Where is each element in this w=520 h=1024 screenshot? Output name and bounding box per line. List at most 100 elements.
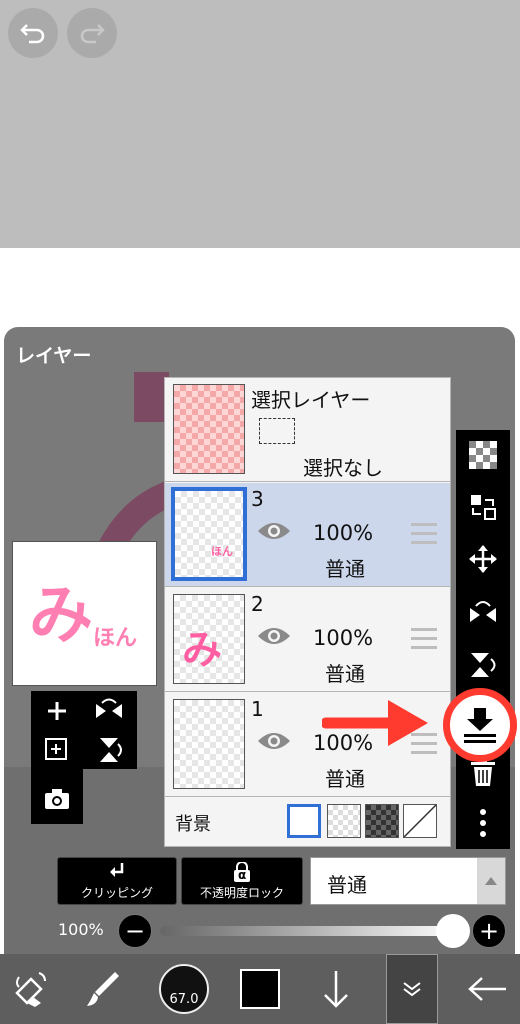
merge-down-icon [464, 708, 496, 743]
layer-thumbnail-text: み [182, 627, 222, 673]
flip-layer-horizontal-button[interactable] [83, 691, 135, 730]
layer-number: 3 [251, 487, 264, 511]
alpha-lock-label: 不透明度ロック [199, 886, 284, 900]
checker-icon [469, 441, 497, 469]
flip-horizontal-icon [96, 698, 122, 718]
swap-icon [471, 495, 496, 520]
camera-icon [45, 788, 69, 809]
color-button[interactable] [230, 954, 290, 1024]
opacity-label: 100% [58, 920, 104, 939]
clipping-button[interactable]: クリッピング [57, 857, 177, 905]
lock-icon: α [182, 858, 302, 882]
add-raster-layer-button[interactable] [31, 730, 83, 769]
undo-button[interactable] [8, 8, 58, 58]
redo-icon [80, 24, 105, 44]
right-toolbar [456, 430, 510, 849]
opacity-slider[interactable] [160, 926, 460, 936]
flip-layer-vertical-button[interactable] [83, 730, 135, 769]
brush-icon [87, 972, 119, 1006]
blend-mode-select[interactable]: 普通 [310, 857, 506, 905]
layer-blend-mode: 普通 [325, 557, 365, 581]
arrow-down-icon [324, 971, 348, 1008]
red-arrow-annotation [322, 700, 428, 746]
swap-layers-button[interactable] [456, 482, 510, 532]
background-row: 背景 [165, 798, 450, 846]
canvas-white-area [0, 248, 520, 328]
background-transparent-swatch[interactable] [327, 804, 361, 838]
more-options-button[interactable] [456, 798, 510, 848]
blend-mode-value: 普通 [327, 873, 367, 897]
preview-text-mi: み [29, 579, 93, 653]
layer-blend-mode: 普通 [325, 767, 365, 791]
layer-thumbnail [173, 699, 245, 789]
preview-text-hon: ほん [93, 626, 138, 651]
transparency-button[interactable] [456, 430, 510, 480]
flip-vertical-button[interactable] [456, 640, 510, 690]
opacity-increase-button[interactable]: + [472, 914, 506, 948]
opacity-slider-knob[interactable] [436, 914, 470, 948]
brush-tool-button[interactable] [72, 954, 132, 1024]
trash-icon [471, 759, 495, 786]
merge-down-button[interactable] [443, 688, 517, 762]
layer-thumbnail: ほん [171, 487, 247, 581]
layer-thumbnail: み [173, 594, 245, 684]
layer-number: 2 [251, 592, 264, 616]
selection-layer-title: 選択レイヤー [251, 388, 371, 412]
clipping-label: クリッピング [80, 886, 153, 900]
bottom-toolbar: 67.0 [0, 954, 520, 1024]
layer-opacity: 100% [313, 626, 374, 650]
canvas-preview: み ほん [12, 541, 157, 686]
move-icon [469, 545, 497, 573]
add-layer-button[interactable] [31, 691, 83, 730]
layer-row-2[interactable]: み 2 100% 普通 [165, 588, 450, 692]
background-white-swatch[interactable] [287, 804, 321, 838]
flip-horizontal-icon [470, 601, 496, 622]
layer-thumbnail-text: ほん [211, 545, 233, 558]
drag-handle-icon[interactable] [411, 523, 437, 550]
background-dark-swatch[interactable] [365, 804, 399, 838]
brush-size-button[interactable]: 67.0 [152, 954, 216, 1024]
selection-layer-row[interactable]: 選択レイヤー 選択なし [165, 378, 450, 482]
selection-status: 選択なし [303, 456, 383, 480]
layer-number: 1 [251, 697, 264, 721]
plus-icon [48, 701, 66, 720]
chevron-down-double-icon [403, 982, 421, 997]
layer-opacity: 100% [313, 521, 374, 545]
panel-title: レイヤー [16, 345, 92, 367]
eye-icon[interactable] [256, 729, 292, 753]
layer-row-3[interactable]: ほん 3 100% 普通 [165, 483, 450, 587]
minus-icon: − [124, 917, 146, 945]
layer-list: 選択レイヤー 選択なし ほん 3 100% 普通 み 2 100% 普通 1 1… [164, 377, 451, 847]
move-layer-button[interactable] [456, 534, 510, 584]
layers-button[interactable] [386, 954, 438, 1024]
drag-handle-icon[interactable] [411, 628, 437, 655]
flip-horizontal-button[interactable] [456, 588, 510, 638]
clipping-icon [58, 858, 176, 882]
import-photo-button[interactable] [31, 779, 83, 818]
transform-tools-icon [15, 972, 46, 1007]
flip-vertical-icon [100, 737, 122, 762]
background-label: 背景 [175, 814, 211, 835]
add-layer-icon [45, 737, 67, 760]
alpha-lock-button[interactable]: α 不透明度ロック [181, 857, 303, 905]
layer-blend-mode: 普通 [325, 662, 365, 686]
current-color-swatch [240, 969, 280, 1009]
arrow-left-icon [468, 977, 506, 1001]
back-button[interactable] [458, 954, 518, 1024]
dropdown-arrow-icon [477, 858, 505, 904]
no-background-icon [403, 804, 437, 838]
undo-icon [20, 24, 45, 44]
plus-icon: + [478, 917, 500, 945]
flip-vertical-icon [471, 653, 496, 677]
eye-icon[interactable] [256, 519, 292, 543]
redo-button[interactable] [67, 8, 117, 58]
left-toolbox [31, 691, 137, 847]
scroll-down-button[interactable] [306, 954, 366, 1024]
tool-select-button[interactable] [0, 954, 62, 1024]
selection-layer-thumbnail [173, 384, 245, 474]
eye-icon[interactable] [256, 624, 292, 648]
background-none-swatch[interactable] [403, 804, 437, 838]
brush-size-indicator: 67.0 [159, 964, 209, 1014]
alpha-symbol: α [238, 868, 247, 882]
opacity-decrease-button[interactable]: − [118, 914, 152, 948]
